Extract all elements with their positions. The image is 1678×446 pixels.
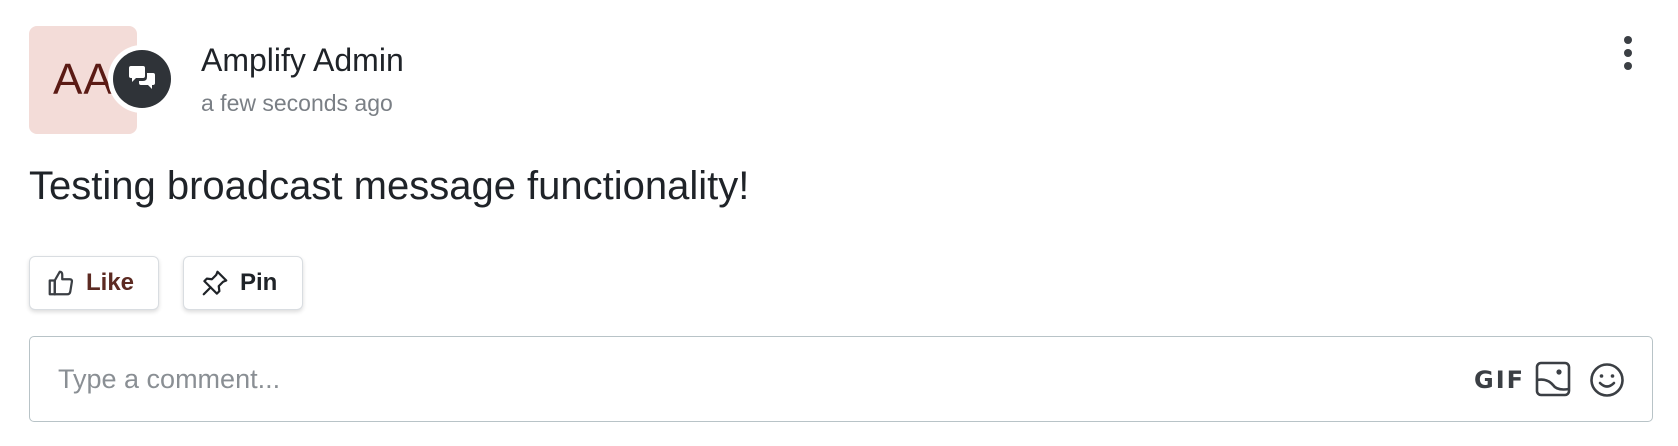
chat-bubbles-icon [129,66,155,89]
smiley-icon[interactable] [1589,362,1625,398]
pushpin-icon [202,270,228,296]
post-message: Testing broadcast message functionality! [29,164,750,208]
like-label: Like [86,269,135,296]
author-name[interactable]: Amplify Admin [201,40,404,80]
avatar-initials: AA [53,55,114,104]
broadcast-badge [108,45,176,113]
pin-button[interactable]: Pin [183,256,303,310]
like-button[interactable]: Like [29,256,159,310]
pin-label: Pin [240,269,278,296]
vertical-ellipsis-icon [1624,36,1632,44]
comment-input[interactable] [30,337,1430,421]
thumbs-up-icon [48,270,74,296]
image-icon[interactable] [1535,361,1571,397]
more-options-button[interactable] [1610,30,1646,76]
comment-box: GIF [29,336,1653,422]
post-timestamp: a few seconds ago [201,90,393,116]
gif-button[interactable]: GIF [1474,365,1525,395]
post-card: AA Amplify Admin a few seconds ago Testi… [0,0,1678,446]
